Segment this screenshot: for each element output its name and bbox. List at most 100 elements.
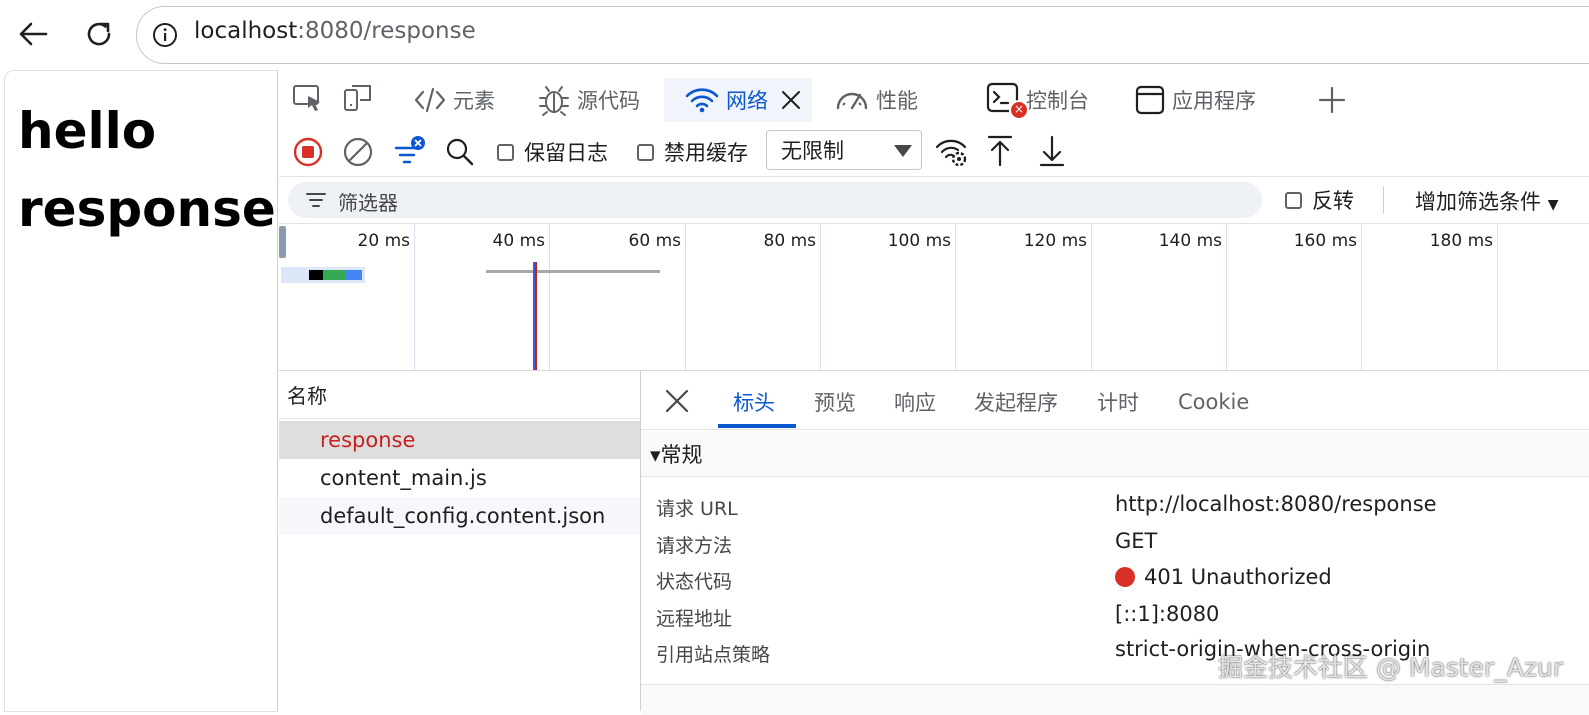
tab-response[interactable]: 响应 [894,378,936,426]
status-code-text: 401 Unauthorized [1144,565,1332,589]
url-text[interactable]: localhost:8080/response [194,18,476,44]
tab-headers[interactable]: 标头 [733,378,775,426]
timeline-gridline [414,224,415,370]
tab-timing[interactable]: 计时 [1097,378,1139,426]
filter-icon [306,193,326,207]
timeline-handle[interactable] [279,226,286,258]
timeline-tick: 40 ms [492,231,545,251]
tab-network[interactable]: 网络 [664,78,812,122]
code-icon [414,87,446,113]
tab-elements[interactable]: 元素 [413,78,495,122]
error-badge-icon: × [1009,100,1029,120]
timeline-gridline [820,224,821,370]
name-header-label: 名称 [287,384,327,408]
caret-down-icon: ▼ [1547,197,1559,213]
close-icon[interactable] [780,89,802,111]
status-code-value: 401 Unauthorized [1115,565,1332,589]
timeline-tick: 160 ms [1293,231,1357,251]
clear-icon[interactable] [342,136,374,168]
tab-initiator[interactable]: 发起程序 [974,378,1058,426]
timeline-gridline [1091,224,1092,370]
throttle-select[interactable]: 无限制 [766,130,922,170]
timeline-gridline [955,224,956,370]
import-har-icon[interactable] [987,134,1013,168]
timeline-gridline [1226,224,1227,370]
more-filters-label: 增加筛选条件 [1415,190,1541,214]
reload-icon [87,22,111,46]
request-name: default_config.content.json [320,504,606,528]
network-toolbar [279,128,1589,177]
tab-application-label: 应用程序 [1172,89,1256,113]
invert-checkbox[interactable]: 反转 [1285,181,1354,219]
timeline-bar-download [345,270,362,280]
timeline-gridline [549,224,550,370]
export-har-icon[interactable] [1039,134,1065,168]
timeline-gridline [1497,224,1498,370]
plus-icon[interactable] [1318,86,1346,114]
filter-input[interactable] [288,182,1262,218]
request-row-default-config[interactable]: default_config.content.json [279,497,640,535]
tab-sources-label: 源代码 [577,89,640,113]
timeline-gridline [1361,224,1362,370]
invert-label: 反转 [1312,189,1354,213]
request-row-response[interactable]: response [279,421,640,459]
request-name: response [320,428,416,452]
timeline-bar-gray [486,270,660,273]
name-column-header[interactable]: 名称 [279,371,640,419]
back-button[interactable] [13,14,53,54]
device-toolbar-icon[interactable] [342,82,374,114]
checkbox-box [1285,191,1302,209]
tab-cookie[interactable]: Cookie [1178,378,1249,426]
timeline-tick: 180 ms [1429,231,1493,251]
timeline-tick: 80 ms [763,231,816,251]
timeline-bar-ttfb [323,270,345,280]
tab-performance-label: 性能 [876,89,918,113]
load-event-line [535,262,537,370]
network-conditions-icon[interactable] [935,136,969,168]
record-stop-icon[interactable] [292,136,324,168]
throttle-value: 无限制 [781,139,844,163]
disable-cache-label: 禁用缓存 [664,141,748,165]
tab-sources[interactable]: 源代码 [537,78,640,122]
tab-console[interactable]: × 控制台 [986,78,1089,122]
bug-icon [539,86,569,116]
remote-address-value: [::1]:8080 [1115,602,1220,626]
close-details-icon[interactable] [664,388,690,414]
request-row-content-main[interactable]: content_main.js [279,459,640,497]
tab-performance[interactable]: 性能 [834,78,918,122]
tab-headers-indicator [718,424,796,428]
preserve-log-label: 保留日志 [524,141,608,165]
search-icon[interactable] [445,137,475,167]
tab-preview[interactable]: 预览 [814,378,856,426]
general-section-header[interactable]: ▾常规 [641,431,1589,477]
timeline-tick: 20 ms [357,231,410,251]
referrer-policy-key: 引用站点策略 [656,644,771,666]
timeline-bar-waiting [309,270,323,280]
filter-active-icon[interactable] [393,134,429,168]
app-icon [1135,85,1165,115]
info-icon[interactable] [152,22,178,48]
timeline-tick: 140 ms [1158,231,1222,251]
inspect-element-icon[interactable] [292,84,324,114]
url-host: localhost [194,18,298,44]
timeline-tick: 100 ms [887,231,951,251]
general-section-title: ▾常规 [650,442,703,467]
more-filters-dropdown[interactable]: 增加筛选条件 ▼ [1415,186,1558,216]
remote-address-key: 远程地址 [656,608,733,630]
timeline-tick: 60 ms [628,231,681,251]
tab-application[interactable]: 应用程序 [1134,78,1256,122]
filter-placeholder: 筛选器 [338,191,398,215]
reload-button[interactable] [79,14,119,54]
request-url-key: 请求 URL [656,498,738,520]
chevron-down-icon [894,145,912,157]
request-name: content_main.js [320,466,487,490]
checkbox-box [637,143,654,161]
response-headers-section[interactable] [641,684,1589,715]
preserve-log-checkbox[interactable]: 保留日志 [497,133,608,171]
disable-cache-checkbox[interactable]: 禁用缓存 [637,133,748,171]
wifi-icon [685,88,719,113]
timeline-tick: 120 ms [1023,231,1087,251]
request-url-value: http://localhost:8080/response [1115,492,1437,516]
gauge-icon [836,92,868,110]
tab-elements-label: 元素 [453,89,495,113]
